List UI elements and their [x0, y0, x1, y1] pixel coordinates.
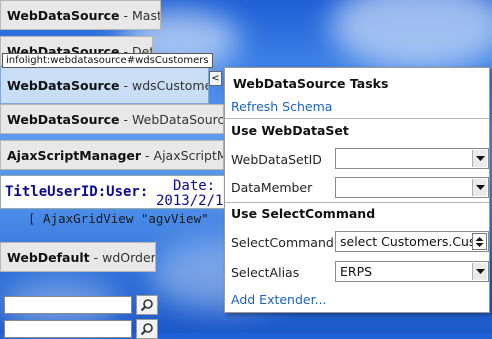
- webdatasetid-select[interactable]: [335, 148, 489, 169]
- dropdown-arrow-icon[interactable]: [472, 179, 487, 196]
- selectcommand-field[interactable]: select Customers.Cust: [335, 231, 489, 252]
- control-id: AjaxScriptManag: [153, 147, 223, 163]
- date-value: 2013/2/1: [156, 193, 224, 209]
- title-bar: TitleUserID:User: Date: 2013/2/1: [0, 175, 235, 209]
- control-type: WebDataSource: [7, 111, 120, 127]
- selectalias-select[interactable]: ERPS: [335, 261, 489, 282]
- control-type: WebDefault: [7, 249, 90, 265]
- webdatasource-webdatasource1[interactable]: WebDataSource - WebDataSource1: [0, 104, 224, 134]
- add-extender-link[interactable]: Add Extender...: [231, 292, 327, 307]
- control-type: AjaxScriptManager: [7, 147, 142, 163]
- magnifier-icon: [140, 323, 153, 336]
- selectcommand-value[interactable]: select Customers.Cust: [340, 234, 480, 249]
- divider: [225, 118, 489, 119]
- smart-tag-chevron[interactable]: <: [209, 71, 222, 86]
- background-cloud: [330, 0, 492, 70]
- search-button[interactable]: [136, 319, 158, 339]
- title-user-label: TitleUserID:User:: [5, 184, 149, 200]
- date-label: Date:: [173, 178, 216, 194]
- ajaxscriptmanager[interactable]: AjaxScriptManager - AjaxScriptManag: [0, 140, 224, 170]
- control-type: WebDataSource: [7, 7, 120, 23]
- selectalias-label: SelectAlias: [231, 265, 300, 280]
- webdatasetid-label: WebDataSetID: [231, 152, 322, 167]
- control-id: Master: [132, 7, 160, 23]
- control-sep: -: [123, 111, 133, 127]
- webdatasource-tasks-panel: WebDataSource Tasks Refresh Schema Use W…: [224, 67, 490, 313]
- search-button[interactable]: [136, 295, 158, 315]
- selectcommand-label: SelectCommand: [231, 235, 334, 250]
- magnifier-icon: [140, 299, 153, 312]
- selection-tag: infolight:webdatasource#wdsCustomers: [2, 53, 213, 68]
- webdefault-wdorders[interactable]: WebDefault - wdOrders: [0, 242, 156, 272]
- selectalias-value: ERPS: [340, 264, 373, 279]
- control-type: WebDataSource: [7, 77, 120, 93]
- divider: [225, 202, 489, 203]
- search-input[interactable]: [4, 296, 132, 314]
- dropdown-arrow-icon[interactable]: [472, 263, 487, 280]
- dropdown-arrow-icon[interactable]: [472, 150, 487, 167]
- control-sep: -: [93, 249, 103, 265]
- datamember-select[interactable]: [335, 177, 489, 198]
- ajax-grid-view-placeholder[interactable]: [ AjaxGridView "agvView": [0, 209, 235, 229]
- control-id: wdsCustomers: [132, 77, 208, 93]
- datamember-label: DataMember: [231, 180, 313, 195]
- refresh-schema-link[interactable]: Refresh Schema: [231, 99, 332, 114]
- tasks-panel-title: WebDataSource Tasks: [233, 76, 389, 91]
- section-webdataset: Use WebDataSet: [231, 123, 349, 138]
- control-sep: -: [123, 7, 133, 23]
- webdatasource-master[interactable]: WebDataSource - Master: [0, 0, 161, 30]
- control-sep: -: [145, 147, 154, 163]
- control-id: WebDataSource1: [132, 111, 224, 127]
- ellipsis-dropdown-icon[interactable]: [472, 233, 487, 250]
- control-id: wdOrders: [102, 249, 156, 265]
- webdatasource-wdscustomers[interactable]: WebDataSource - wdsCustomers: [0, 66, 209, 104]
- section-selectcommand: Use SelectCommand: [231, 206, 376, 221]
- search-input[interactable]: [4, 320, 132, 338]
- control-sep: -: [123, 77, 133, 93]
